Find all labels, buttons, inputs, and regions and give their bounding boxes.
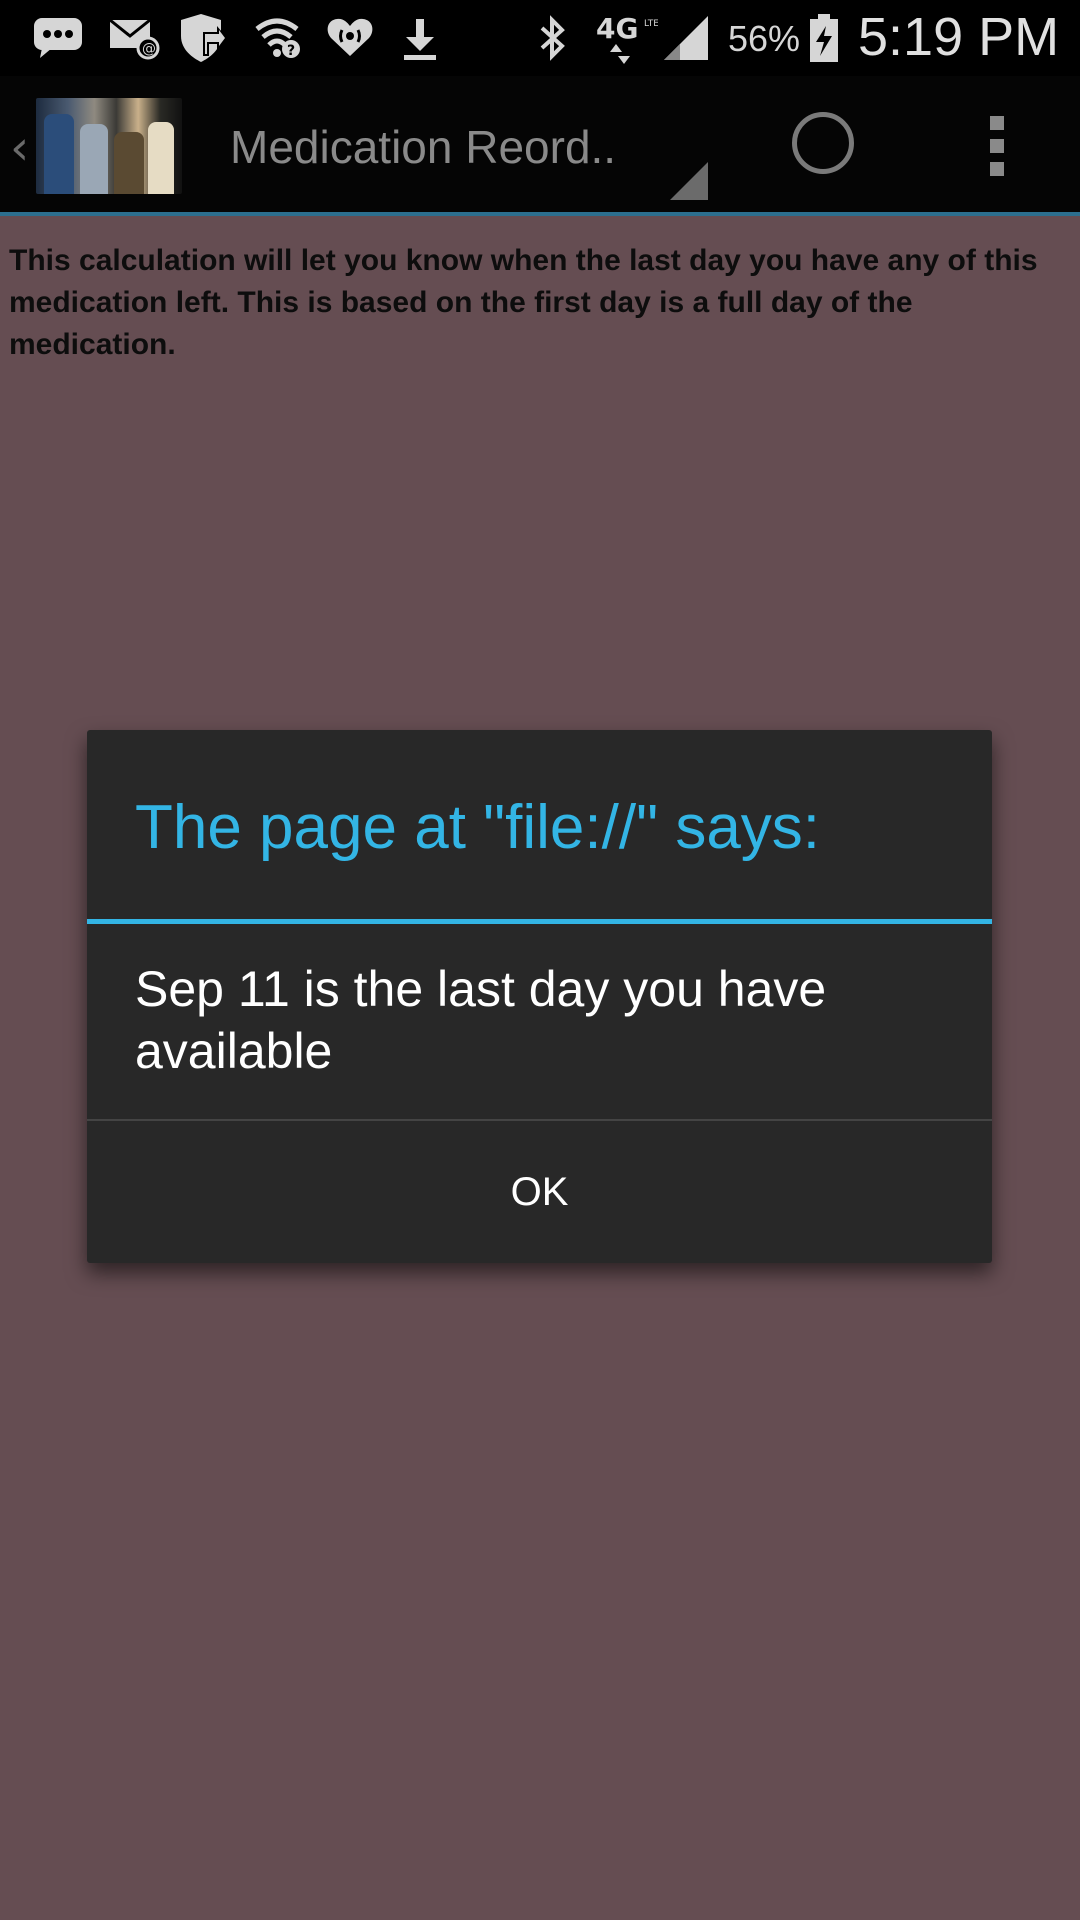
info-text: This calculation will let you know when … — [9, 244, 1038, 361]
refresh-icon[interactable] — [792, 112, 854, 174]
shield-icon — [176, 10, 232, 66]
dropdown-triangle-icon[interactable] — [670, 162, 708, 200]
ok-button[interactable]: OK — [87, 1121, 992, 1263]
dialog-message: Sep 11 is the last day you have availabl… — [135, 961, 827, 1079]
download-icon — [392, 10, 448, 66]
overflow-menu-icon[interactable] — [982, 116, 1012, 180]
signal-icon — [662, 10, 710, 66]
wifi-icon: ? — [250, 10, 306, 66]
dialog-title-divider — [87, 919, 992, 924]
battery-percent: 56% — [728, 18, 801, 59]
svg-text:@: @ — [142, 41, 156, 57]
iheart-icon — [322, 10, 378, 66]
4g-label: 4G — [596, 12, 638, 45]
back-button[interactable]: ‹ — [10, 120, 29, 176]
status-bar: @ ? 4G LTE 56% 5:19 PM — [0, 0, 1080, 76]
app-logo[interactable] — [36, 98, 182, 194]
email-icon: @ — [106, 10, 162, 66]
alert-dialog: The page at "file://" says: Sep 11 is th… — [87, 730, 992, 1263]
4g-lte-icon: 4G LTE — [594, 10, 658, 66]
app-title[interactable]: Medication Reord.. — [230, 120, 616, 174]
battery-icon — [806, 10, 842, 66]
svg-text:?: ? — [287, 43, 295, 59]
svg-text:LTE: LTE — [644, 19, 658, 29]
bluetooth-icon — [530, 10, 576, 66]
chat-icon — [30, 10, 86, 66]
dialog-title: The page at "file://" says: — [135, 793, 821, 862]
action-bar: ‹ Medication Reord.. — [0, 76, 1080, 216]
status-clock: 5:19 PM — [858, 7, 1060, 67]
